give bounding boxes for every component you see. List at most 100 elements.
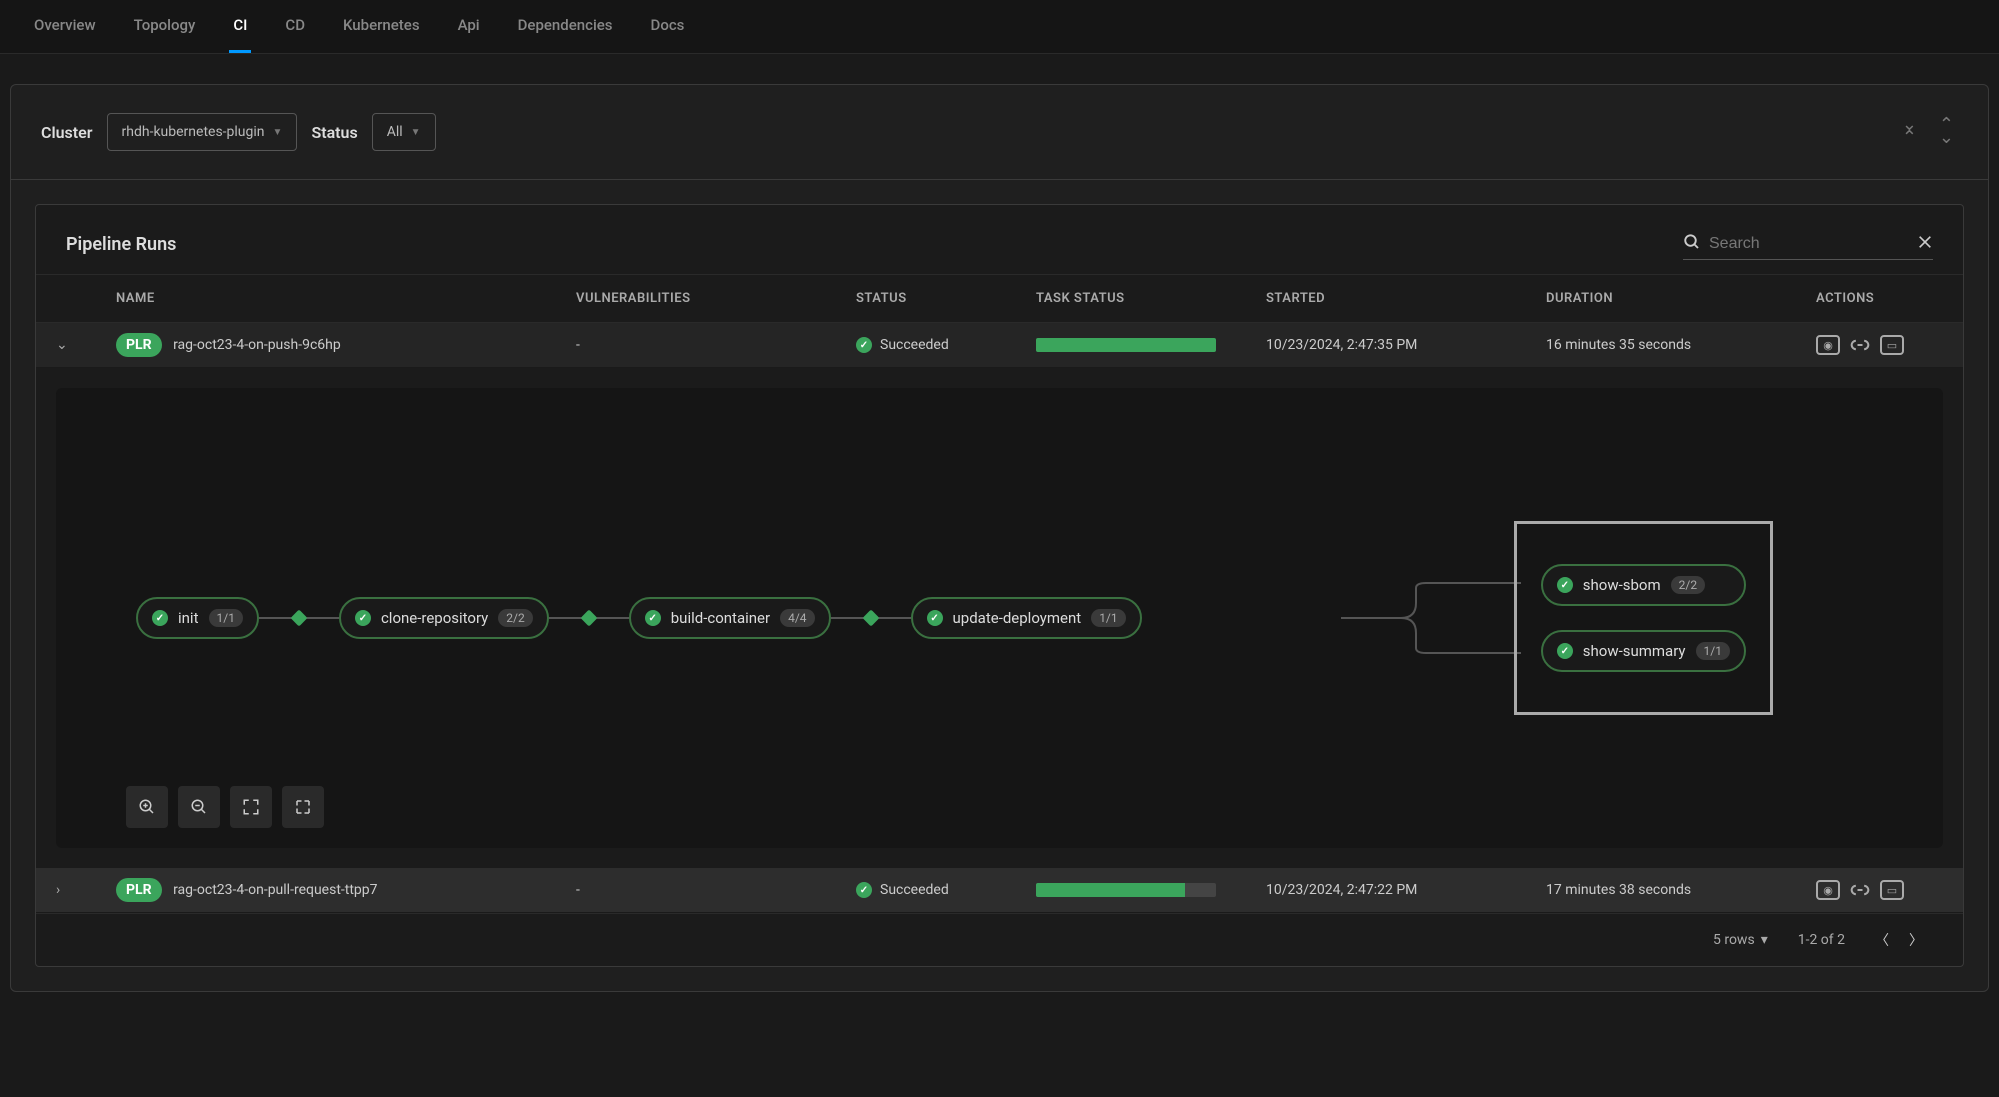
search-input[interactable] (1709, 235, 1909, 253)
duration-cell: 17 minutes 38 seconds (1526, 868, 1796, 913)
status-select[interactable]: All ▼ (372, 113, 436, 151)
tab-docs[interactable]: Docs (647, 0, 689, 53)
stage-label: show-sbom (1583, 576, 1661, 594)
run-name[interactable]: rag-oct23-4-on-pull-request-ttpp7 (173, 882, 377, 898)
tab-topology[interactable]: Topology (130, 0, 200, 53)
diamond-icon (290, 610, 307, 627)
pipeline-runs-table: NAME VULNERABILITIES STATUS TASK STATUS … (36, 274, 1963, 913)
task-status-bar (1036, 883, 1216, 897)
check-circle-icon: ✓ (856, 337, 872, 353)
pagination: 5 rows ▾ 1-2 of 2 〈 〉 (36, 913, 1963, 966)
check-circle-icon: ✓ (152, 610, 168, 626)
cluster-select[interactable]: rhdh-kubernetes-plugin ▼ (107, 113, 298, 151)
col-actions: ACTIONS (1796, 275, 1963, 323)
tab-cd[interactable]: CD (281, 0, 309, 53)
view-sbom-button[interactable]: ◉ (1816, 880, 1840, 900)
tab-api[interactable]: Api (454, 0, 484, 53)
expand-all-button[interactable]: ⌃⌄ (1935, 116, 1958, 148)
caret-down-icon: ▾ (1761, 932, 1768, 948)
main-panel: Cluster rhdh-kubernetes-plugin ▼ Status … (10, 84, 1989, 992)
started-cell: 10/23/2024, 2:47:35 PM (1246, 323, 1526, 368)
table-row[interactable]: ⌄ PLR rag-oct23-4-on-push-9c6hp - ✓ Succ… (36, 323, 1963, 368)
stage-build-container[interactable]: ✓ build-container 4/4 (629, 597, 831, 639)
check-circle-icon: ✓ (355, 610, 371, 626)
plr-badge: PLR (116, 878, 162, 902)
pipeline-runs-panel: Pipeline Runs NAME VULNERABILITIES STATU… (35, 204, 1964, 967)
tab-dependencies[interactable]: Dependencies (514, 0, 617, 53)
stage-count: 1/1 (1696, 642, 1730, 660)
parallel-stage-group: ✓ show-sbom 2/2 ✓ show-summary 1/1 (1514, 521, 1773, 715)
chevron-right-icon[interactable]: › (56, 882, 72, 898)
stage-count: 1/1 (209, 609, 243, 627)
pipeline-visualization: ✓ init 1/1 ✓ clone-repository 2/2 (56, 388, 1943, 848)
filter-bar: Cluster rhdh-kubernetes-plugin ▼ Status … (11, 85, 1988, 180)
stage-clone-repository[interactable]: ✓ clone-repository 2/2 (339, 597, 549, 639)
logs-button[interactable]: ▭ (1880, 880, 1904, 900)
fullscreen-button[interactable] (282, 786, 324, 828)
zoom-in-button[interactable] (126, 786, 168, 828)
fit-button[interactable] (230, 786, 272, 828)
check-circle-icon: ✓ (927, 610, 943, 626)
stage-count: 4/4 (780, 609, 814, 627)
tab-ci[interactable]: CI (229, 0, 251, 53)
cluster-label: Cluster (41, 123, 93, 142)
duration-cell: 16 minutes 35 seconds (1526, 323, 1796, 368)
logs-button[interactable]: ▭ (1880, 335, 1904, 355)
chevron-down-icon: ▼ (273, 127, 283, 138)
diamond-icon (580, 610, 597, 627)
stage-count: 2/2 (498, 609, 532, 627)
check-circle-icon: ✓ (645, 610, 661, 626)
link-button[interactable] (1848, 880, 1872, 900)
link-button[interactable] (1848, 335, 1872, 355)
col-name: NAME (96, 275, 556, 323)
cluster-value: rhdh-kubernetes-plugin (122, 124, 265, 140)
stage-show-summary[interactable]: ✓ show-summary 1/1 (1541, 630, 1746, 672)
stage-init[interactable]: ✓ init 1/1 (136, 597, 259, 639)
status-text: Succeeded (880, 882, 949, 898)
branch-connector (1341, 568, 1521, 668)
tab-overview[interactable]: Overview (30, 0, 100, 53)
run-name[interactable]: rag-oct23-4-on-push-9c6hp (173, 337, 341, 353)
stage-update-deployment[interactable]: ✓ update-deployment 1/1 (911, 597, 1142, 639)
prev-page-button[interactable]: 〈 (1875, 930, 1889, 950)
chevron-down-icon: ▼ (411, 127, 421, 138)
rows-per-page-select[interactable]: 5 rows ▾ (1713, 932, 1768, 948)
close-icon[interactable] (1917, 234, 1933, 254)
top-tabs: Overview Topology CI CD Kubernetes Api D… (0, 0, 1999, 54)
stage-label: clone-repository (381, 609, 488, 627)
plr-badge: PLR (116, 333, 162, 357)
status-value: All (387, 124, 403, 140)
started-cell: 10/23/2024, 2:47:22 PM (1246, 868, 1526, 913)
stage-label: show-summary (1583, 642, 1686, 660)
vulnerabilities-cell: - (556, 323, 836, 368)
check-circle-icon: ✓ (1557, 577, 1573, 593)
col-vulnerabilities: VULNERABILITIES (556, 275, 836, 323)
tab-kubernetes[interactable]: Kubernetes (339, 0, 424, 53)
stage-count: 1/1 (1091, 609, 1125, 627)
status-label: Status (311, 123, 357, 142)
stage-count: 2/2 (1671, 576, 1705, 594)
search-icon[interactable] (1683, 233, 1701, 255)
col-status: STATUS (836, 275, 1016, 323)
view-sbom-button[interactable]: ◉ (1816, 335, 1840, 355)
vulnerabilities-cell: - (556, 868, 836, 913)
collapse-all-button[interactable]: ⌄⌃ (1898, 116, 1921, 148)
next-page-button[interactable]: 〉 (1909, 930, 1923, 950)
chevron-down-icon[interactable]: ⌄ (56, 337, 72, 353)
col-task-status: TASK STATUS (1016, 275, 1246, 323)
zoom-out-button[interactable] (178, 786, 220, 828)
col-started: STARTED (1246, 275, 1526, 323)
stage-label: build-container (671, 609, 770, 627)
task-status-bar (1036, 338, 1216, 352)
table-row[interactable]: › PLR rag-oct23-4-on-pull-request-ttpp7 … (36, 868, 1963, 913)
col-expand (36, 275, 96, 323)
status-text: Succeeded (880, 337, 949, 353)
page-range: 1-2 of 2 (1798, 932, 1845, 948)
diamond-icon (862, 610, 879, 627)
rows-label: 5 rows (1713, 932, 1755, 948)
stage-show-sbom[interactable]: ✓ show-sbom 2/2 (1541, 564, 1746, 606)
panel-title: Pipeline Runs (66, 234, 176, 255)
col-duration: DURATION (1526, 275, 1796, 323)
check-circle-icon: ✓ (856, 882, 872, 898)
stage-label: update-deployment (953, 609, 1082, 627)
